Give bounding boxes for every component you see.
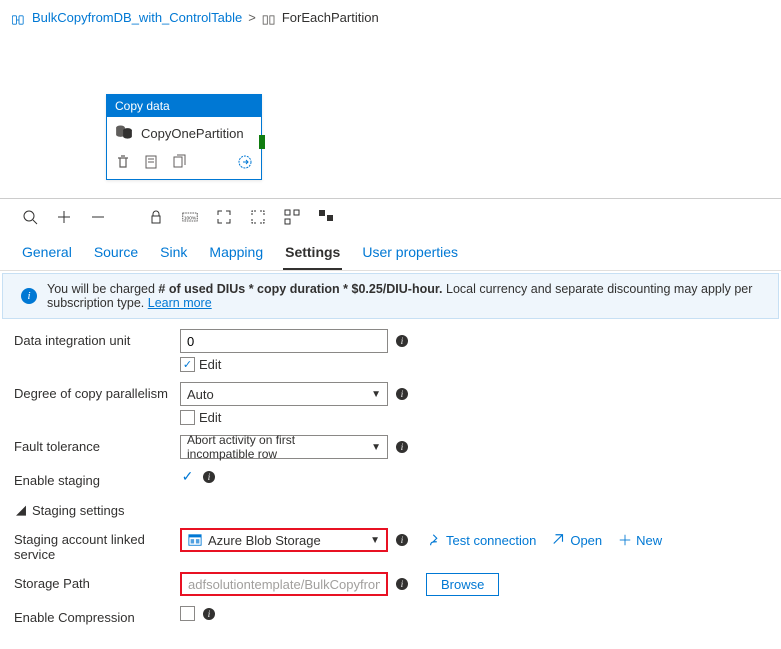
browse-button[interactable]: Browse: [426, 573, 499, 596]
settings-form: Data integration unit i ✓ Edit Degree of…: [0, 329, 781, 649]
pricing-info-bar: i You will be charged # of used DIUs * c…: [2, 273, 779, 319]
diu-edit-checkbox[interactable]: ✓: [180, 357, 195, 372]
tab-bar: General Source Sink Mapping Settings Use…: [0, 234, 781, 271]
add-icon[interactable]: [56, 209, 72, 228]
enable-compression-label: Enable Compression: [14, 606, 180, 625]
storage-path-label: Storage Path: [14, 572, 180, 591]
info-icon[interactable]: i: [396, 534, 408, 546]
success-connector[interactable]: [259, 135, 265, 149]
diu-edit-label: Edit: [199, 357, 221, 372]
pipeline-icon: [12, 13, 26, 23]
chevron-down-icon: ▼: [370, 535, 380, 546]
open-button[interactable]: Open: [552, 533, 602, 548]
breadcrumb: BulkCopyfromDB_with_ControlTable > ForEa…: [0, 0, 781, 29]
tab-settings[interactable]: Settings: [283, 238, 342, 270]
svg-text:100%: 100%: [184, 215, 197, 221]
canvas-toolbar: 100%: [0, 199, 781, 234]
collapse-icon: ◢: [16, 502, 26, 518]
new-button[interactable]: New: [618, 533, 662, 548]
minus-icon[interactable]: [90, 209, 106, 228]
info-icon[interactable]: i: [203, 608, 215, 620]
fullscreen-icon[interactable]: [250, 209, 266, 228]
test-connection-button[interactable]: Test connection: [428, 533, 536, 548]
auto-align-icon[interactable]: [284, 209, 300, 228]
staging-linked-service-value: Azure Blob Storage: [208, 533, 321, 548]
fit-100-icon[interactable]: 100%: [182, 209, 198, 228]
info-icon[interactable]: i: [396, 578, 408, 590]
fit-screen-icon[interactable]: [216, 209, 232, 228]
enable-staging-label: Enable staging: [14, 469, 180, 488]
parallelism-value: Auto: [187, 387, 214, 402]
info-bold: # of used DIUs * copy duration * $0.25/D…: [158, 282, 442, 296]
parallelism-select[interactable]: Auto ▼: [180, 382, 388, 406]
enable-staging-checkbox[interactable]: ✓: [180, 469, 195, 484]
tab-source[interactable]: Source: [92, 238, 140, 270]
parallelism-label: Degree of copy parallelism: [14, 382, 180, 401]
staging-settings-label: Staging settings: [32, 503, 125, 518]
staging-linked-service-label: Staging account linked service: [14, 528, 180, 562]
add-output-icon[interactable]: [237, 154, 253, 173]
tab-mapping[interactable]: Mapping: [207, 238, 265, 270]
info-prefix: You will be charged: [47, 282, 158, 296]
diu-label: Data integration unit: [14, 329, 180, 348]
fault-tolerance-value: Abort activity on first incompatible row: [187, 433, 365, 461]
node-title: CopyOnePartition: [141, 126, 244, 141]
search-icon[interactable]: [22, 209, 38, 228]
lock-icon[interactable]: [148, 209, 164, 228]
staging-linked-service-select[interactable]: Azure Blob Storage ▼: [180, 528, 388, 552]
staging-settings-toggle[interactable]: ◢ Staging settings: [14, 498, 767, 528]
tab-sink[interactable]: Sink: [158, 238, 189, 270]
foreach-icon: [262, 13, 276, 23]
database-icon: [115, 125, 133, 142]
info-icon[interactable]: i: [396, 441, 408, 453]
learn-more-link[interactable]: Learn more: [148, 296, 212, 310]
copy-icon[interactable]: [171, 154, 187, 173]
chevron-down-icon: ▼: [371, 389, 381, 400]
fault-tolerance-label: Fault tolerance: [14, 435, 180, 454]
copy-activity-node[interactable]: Copy data CopyOnePartition: [106, 94, 262, 180]
details-icon[interactable]: [143, 154, 159, 173]
diu-input[interactable]: [180, 329, 388, 353]
info-icon[interactable]: i: [203, 471, 215, 483]
enable-compression-checkbox[interactable]: [180, 606, 195, 621]
breadcrumb-separator: >: [248, 10, 256, 25]
storage-path-input[interactable]: [180, 572, 388, 596]
layout-icon[interactable]: [318, 209, 334, 228]
breadcrumb-current: ForEachPartition: [282, 10, 379, 25]
pipeline-canvas[interactable]: Copy data CopyOnePartition: [0, 29, 781, 199]
info-icon: i: [21, 288, 37, 304]
tab-general[interactable]: General: [20, 238, 74, 270]
tab-user-properties[interactable]: User properties: [360, 238, 460, 270]
node-header: Copy data: [107, 95, 261, 117]
parallelism-edit-checkbox[interactable]: [180, 410, 195, 425]
breadcrumb-root-link[interactable]: BulkCopyfromDB_with_ControlTable: [32, 10, 242, 25]
delete-icon[interactable]: [115, 154, 131, 173]
info-icon[interactable]: i: [396, 388, 408, 400]
parallelism-edit-label: Edit: [199, 410, 221, 425]
blob-storage-icon: [188, 533, 202, 547]
chevron-down-icon: ▼: [371, 442, 381, 453]
info-icon[interactable]: i: [396, 335, 408, 347]
fault-tolerance-select[interactable]: Abort activity on first incompatible row…: [180, 435, 388, 459]
